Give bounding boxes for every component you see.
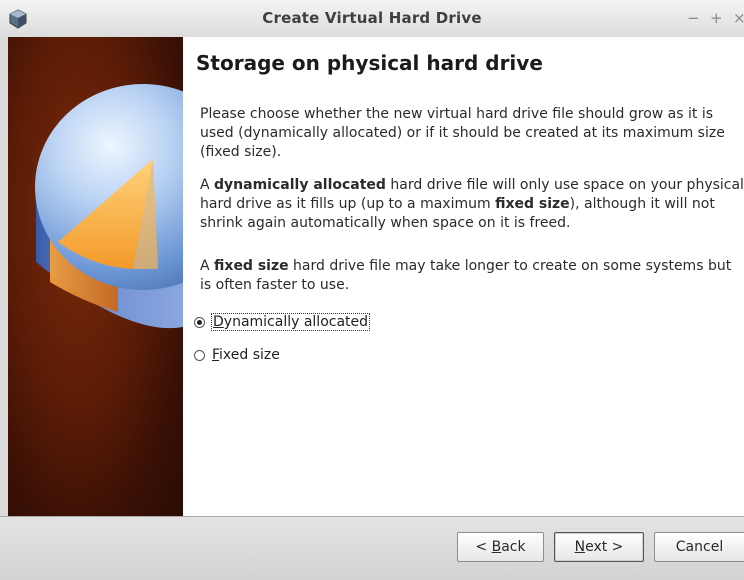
radio-button-checked[interactable] bbox=[194, 316, 205, 328]
cancel-button[interactable]: Cancel bbox=[654, 532, 744, 562]
text-fragment: A bbox=[200, 177, 215, 193]
back-button[interactable]: < Back bbox=[457, 532, 544, 562]
bold-term: dynamically allocated bbox=[214, 177, 386, 193]
mnemonic-letter: B bbox=[491, 539, 502, 555]
page-title: Storage on physical hard drive bbox=[196, 51, 543, 75]
button-bar: < Back Next > Cancel bbox=[0, 516, 744, 580]
description-paragraph: Please choose whether the new virtual ha… bbox=[200, 106, 725, 160]
bold-term: fixed size bbox=[495, 196, 570, 212]
radio-button-unchecked[interactable] bbox=[194, 349, 205, 361]
button-text: ext > bbox=[585, 539, 624, 555]
title-bar[interactable]: Create Virtual Hard Drive − + × bbox=[0, 0, 744, 38]
text-fragment: A bbox=[200, 258, 215, 274]
mnemonic-letter: N bbox=[574, 539, 586, 555]
maximize-button[interactable]: + bbox=[710, 9, 723, 27]
dynamically-allocated-option[interactable]: Dynamically allocated bbox=[194, 311, 371, 333]
minimize-button[interactable]: − bbox=[687, 9, 700, 27]
wizard-page: Storage on physical hard drive Please ch… bbox=[183, 37, 744, 516]
window-frame bbox=[0, 37, 8, 579]
mnemonic-letter: D bbox=[213, 314, 224, 330]
fixed-explanation-paragraph: A fixed size hard drive file may take lo… bbox=[200, 257, 744, 295]
fixed-size-option[interactable]: Fixed size bbox=[194, 344, 281, 366]
wizard-banner bbox=[8, 37, 183, 516]
dynamic-explanation-paragraph: A dynamically allocated hard drive file … bbox=[200, 176, 744, 233]
close-button[interactable]: × bbox=[733, 9, 744, 27]
bold-term: fixed size bbox=[214, 258, 289, 274]
button-text: ack bbox=[501, 539, 526, 555]
label-text: ynamically allocated bbox=[223, 314, 369, 330]
button-text: < bbox=[475, 539, 492, 555]
fixed-size-label[interactable]: Fixed size bbox=[211, 347, 281, 363]
mnemonic-letter: F bbox=[212, 347, 220, 363]
next-button[interactable]: Next > bbox=[554, 532, 644, 562]
window-title: Create Virtual Hard Drive bbox=[262, 9, 482, 27]
label-text: ixed size bbox=[219, 347, 280, 363]
dynamically-allocated-label[interactable]: Dynamically allocated bbox=[211, 313, 371, 331]
hard-drive-illustration bbox=[35, 84, 183, 329]
